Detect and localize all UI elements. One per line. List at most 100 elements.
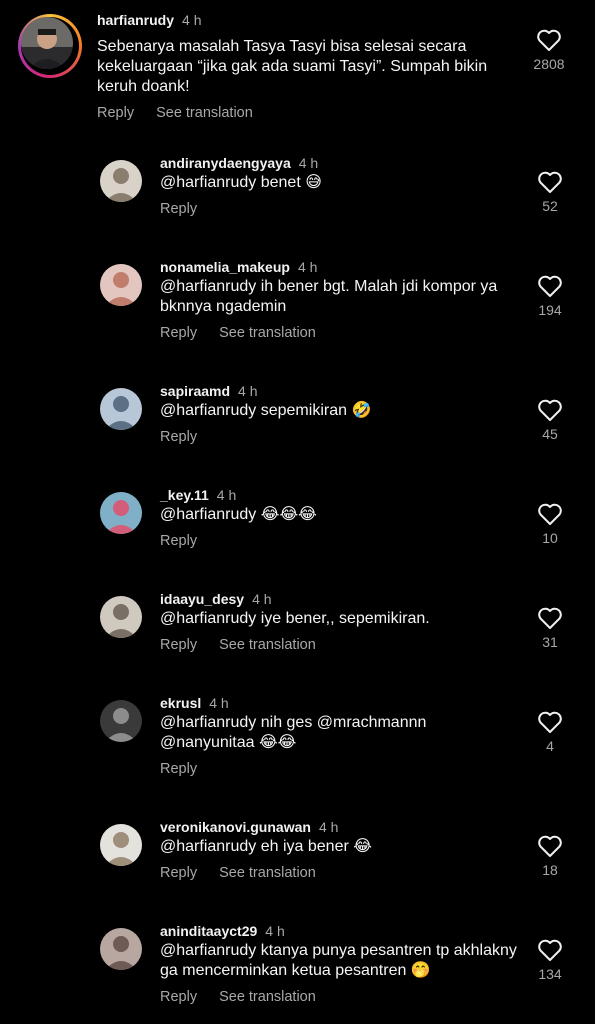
- reply-button[interactable]: Reply: [160, 325, 197, 341]
- comment-actions: Reply: [160, 532, 197, 550]
- reply-comment: veronikanovi.gunawan 4 h @harfianrudy eh …: [0, 816, 595, 916]
- like-count: 134: [538, 966, 562, 982]
- avatar: [21, 17, 73, 69]
- comment-text: Sebenarya masalah Tasya Tasyi bisa seles…: [97, 38, 488, 95]
- timestamp: 4 h: [216, 487, 237, 503]
- comment-emoji: 😅: [305, 174, 322, 191]
- like-button[interactable]: 4: [520, 710, 580, 754]
- avatar[interactable]: [100, 264, 142, 306]
- username[interactable]: _key.11: [160, 487, 209, 503]
- comment-actions: Reply See translation: [160, 636, 316, 654]
- reply-button[interactable]: Reply: [160, 201, 197, 217]
- comment-header: nonamelia_makeup 4 h: [160, 258, 317, 276]
- comment-emoji: 😂😂: [258, 734, 297, 751]
- username[interactable]: andiranydaengyaya: [160, 155, 291, 171]
- avatar[interactable]: [100, 824, 142, 866]
- comment-emoji: 😂: [353, 838, 372, 855]
- avatar[interactable]: [100, 928, 142, 970]
- username[interactable]: idaayu_desy: [160, 591, 244, 607]
- heart-outline-icon: [538, 939, 562, 961]
- see-translation-button[interactable]: See translation: [219, 865, 316, 881]
- comment-header: harfianrudy 4 h: [97, 11, 201, 29]
- comment-body: @harfianrudy benet: [160, 174, 301, 191]
- timestamp: 4 h: [238, 383, 258, 399]
- reply-button[interactable]: Reply: [160, 637, 197, 653]
- main-comment: harfianrudy 4 h Sebenarya masalah Tasya T…: [0, 0, 595, 130]
- see-translation-button[interactable]: See translation: [219, 637, 316, 653]
- see-translation-button[interactable]: See translation: [219, 325, 316, 341]
- timestamp: 4 h: [318, 819, 339, 835]
- like-button[interactable]: 194: [520, 274, 580, 318]
- comment-body: @harfianrudy eh iya bener: [160, 838, 349, 855]
- reply-comment: _key.11 4 h @harfianrudy 😂😂😂 Reply 10: [0, 484, 595, 584]
- reply-comment: andiranydaengyaya 4 h @harfianrudy benet …: [0, 152, 595, 252]
- like-count: 4: [546, 738, 554, 754]
- avatar[interactable]: [100, 700, 142, 742]
- timestamp: 4 h: [298, 155, 319, 171]
- like-button[interactable]: 45: [520, 398, 580, 442]
- comment-header: veronikanovi.gunawan 4 h: [160, 818, 338, 836]
- heart-outline-icon: [538, 711, 562, 733]
- comment-actions: Reply: [160, 200, 197, 218]
- like-button[interactable]: 31: [520, 606, 580, 650]
- like-button[interactable]: 52: [520, 170, 580, 214]
- story-ring-avatar[interactable]: [18, 14, 82, 78]
- avatar[interactable]: [100, 388, 142, 430]
- reply-button[interactable]: Reply: [160, 533, 197, 549]
- comment-text: @harfianrudy benet 😅: [160, 173, 520, 193]
- comment-body: @harfianrudy ih bener bgt. Malah jdi kom…: [160, 278, 498, 315]
- like-button[interactable]: 134: [520, 938, 580, 982]
- username[interactable]: nonamelia_makeup: [160, 259, 290, 275]
- reply-button[interactable]: Reply: [160, 989, 197, 1005]
- username[interactable]: sapiraamd: [160, 383, 230, 399]
- timestamp: 4 h: [252, 591, 272, 607]
- heart-outline-icon: [538, 399, 562, 421]
- avatar[interactable]: [100, 492, 142, 534]
- like-count: 2808: [533, 56, 565, 72]
- timestamp: 4 h: [209, 695, 229, 711]
- reply-button[interactable]: Reply: [160, 429, 197, 445]
- like-count: 52: [542, 198, 558, 214]
- comment-header: sapiraamd 4 h: [160, 382, 258, 400]
- comment-header: aninditaayct29 4 h: [160, 922, 285, 940]
- reply-comment: nonamelia_makeup 4 h @harfianrudy ih bene…: [0, 256, 595, 356]
- like-button[interactable]: 2808: [519, 28, 579, 72]
- comment-header: idaayu_desy 4 h: [160, 590, 272, 608]
- avatar[interactable]: [100, 596, 142, 638]
- like-button[interactable]: 18: [520, 834, 580, 878]
- comment-emoji: 🤣: [351, 402, 372, 419]
- timestamp: 4 h: [297, 259, 318, 275]
- reply-button[interactable]: Reply: [97, 105, 134, 121]
- username[interactable]: veronikanovi.gunawan: [160, 819, 311, 835]
- comment-header: ekrusl 4 h: [160, 694, 229, 712]
- comment-actions: Reply See translation: [160, 988, 316, 1006]
- like-count: 45: [542, 426, 558, 442]
- heart-outline-icon: [538, 171, 562, 193]
- reply-comment: sapiraamd 4 h @harfianrudy sepemikiran 🤣 …: [0, 380, 595, 480]
- like-count: 18: [542, 862, 558, 878]
- comment-body: @harfianrudy ktanya punya pesantren tp a…: [160, 942, 517, 979]
- see-translation-button[interactable]: See translation: [219, 989, 316, 1005]
- comment-header: _key.11 4 h: [160, 486, 236, 504]
- comment-text: @harfianrudy 😂😂😂: [160, 505, 520, 525]
- like-button[interactable]: 10: [520, 502, 580, 546]
- heart-outline-icon: [538, 835, 562, 857]
- see-translation-button[interactable]: See translation: [156, 105, 253, 121]
- timestamp: 4 h: [182, 12, 202, 28]
- comment-actions: Reply: [160, 428, 197, 446]
- like-count: 10: [542, 530, 558, 546]
- reply-button[interactable]: Reply: [160, 865, 197, 881]
- username[interactable]: harfianrudy: [97, 12, 174, 28]
- comment-emoji: 😂😂😂: [260, 506, 317, 523]
- comment-actions: Reply: [160, 760, 197, 778]
- like-count: 31: [542, 634, 558, 650]
- comment-text: @harfianrudy ktanya punya pesantren tp a…: [160, 941, 520, 981]
- avatar[interactable]: [100, 160, 142, 202]
- username[interactable]: aninditaayct29: [160, 923, 257, 939]
- comment-body: @harfianrudy: [160, 506, 257, 523]
- reply-comment: aninditaayct29 4 h @harfianrudy ktanya pu…: [0, 920, 595, 1020]
- comment-actions: Reply See translation: [160, 864, 316, 882]
- username[interactable]: ekrusl: [160, 695, 201, 711]
- reply-button[interactable]: Reply: [160, 761, 197, 777]
- comment-actions: Reply See translation: [160, 324, 316, 342]
